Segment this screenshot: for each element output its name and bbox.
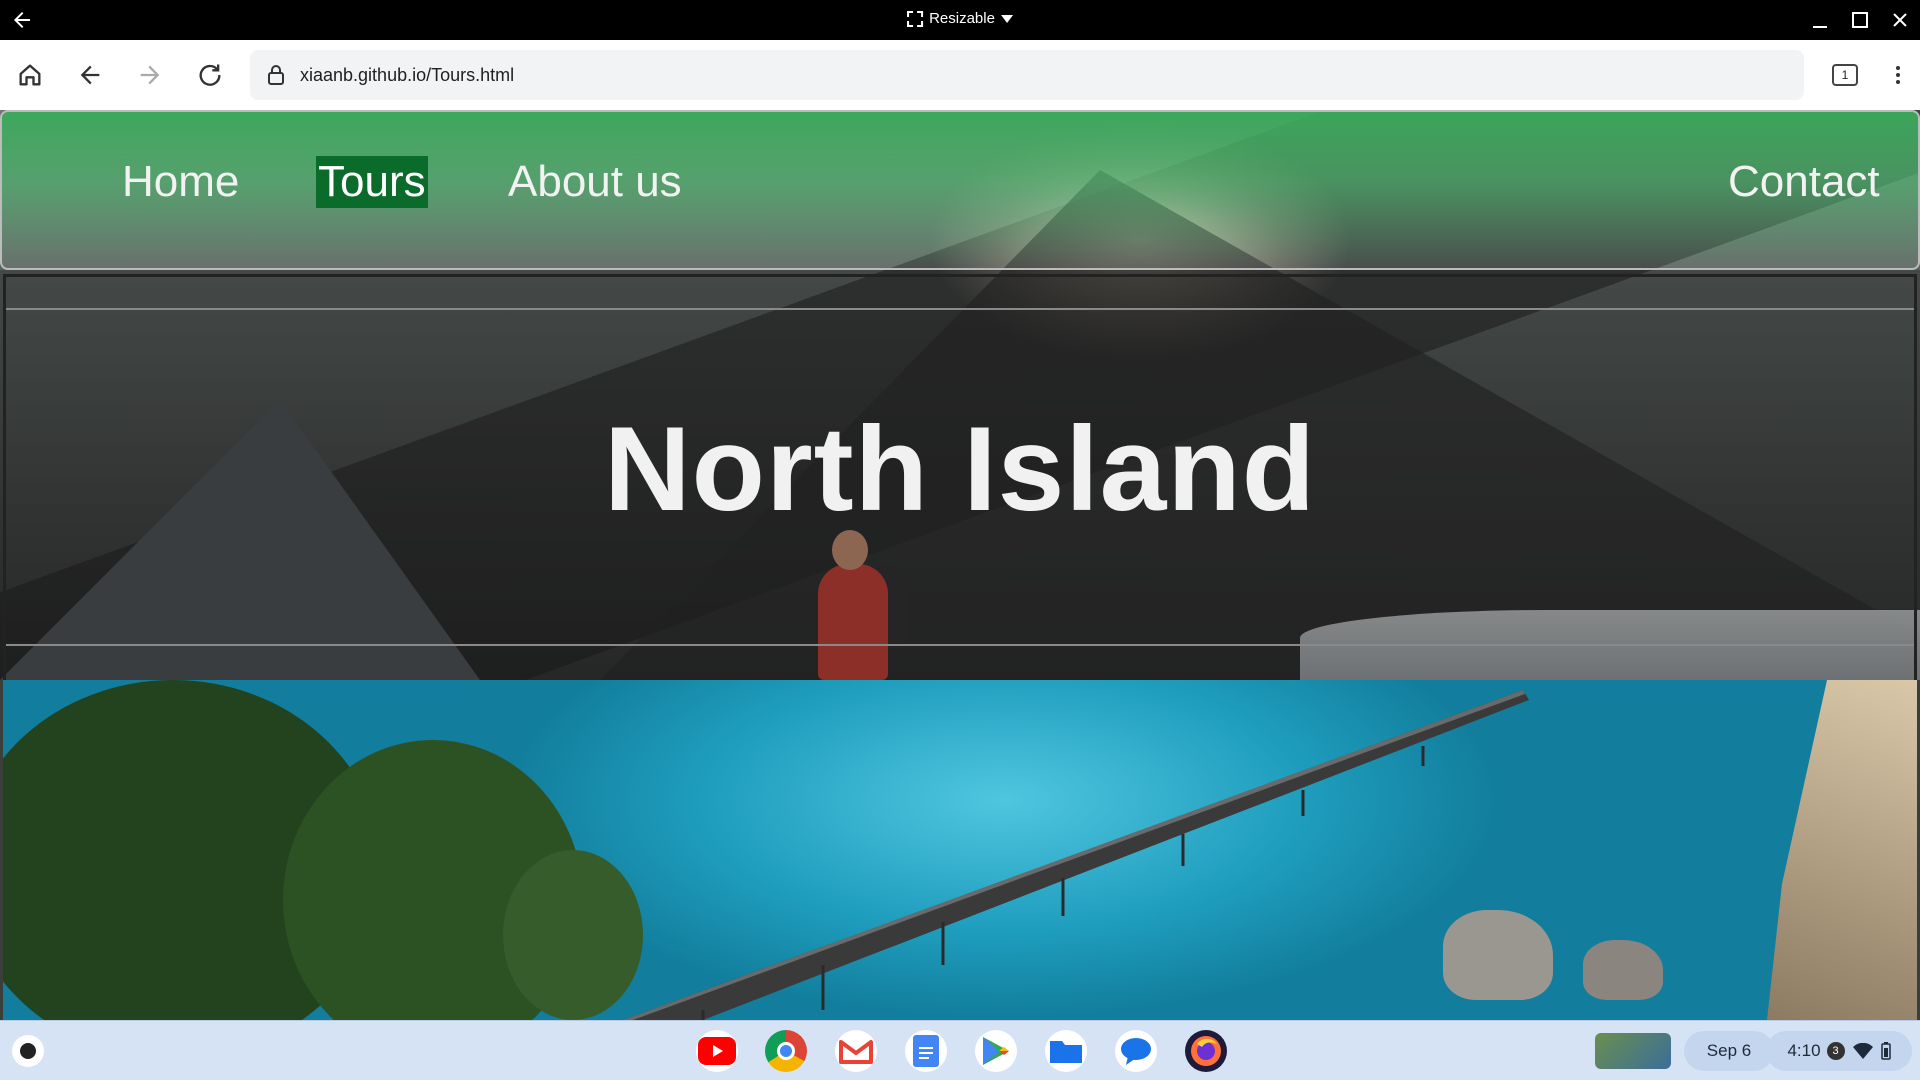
nav-tours[interactable]: Tours xyxy=(316,156,428,208)
chrome-app-icon[interactable] xyxy=(765,1030,807,1072)
forward-button[interactable] xyxy=(132,57,168,93)
battery-icon xyxy=(1880,1042,1891,1060)
nav-contact[interactable]: Contact xyxy=(1726,156,1882,208)
url-text: xiaanb.github.io/Tours.html xyxy=(300,64,515,85)
docs-app-icon[interactable] xyxy=(905,1030,947,1072)
arrow-left-icon[interactable] xyxy=(10,8,34,32)
launcher-button[interactable] xyxy=(12,1035,44,1067)
chevron-down-icon xyxy=(1000,14,1013,23)
more-menu-button[interactable] xyxy=(1880,57,1916,93)
page-heading: North Island xyxy=(603,402,1317,536)
tabs-button[interactable]: 1 xyxy=(1832,64,1858,86)
wifi-icon xyxy=(1852,1043,1873,1059)
more-icon xyxy=(1896,66,1900,84)
date-tray[interactable]: Sep 6 xyxy=(1684,1031,1774,1071)
reload-button[interactable] xyxy=(192,57,228,93)
status-tray[interactable]: 4:10 3 xyxy=(1766,1031,1912,1071)
time-text: 4:10 xyxy=(1787,1041,1821,1060)
date-text: Sep 6 xyxy=(1706,1041,1752,1060)
home-button[interactable] xyxy=(12,57,48,93)
reload-icon xyxy=(199,64,221,86)
divider xyxy=(6,308,1914,310)
youtube-app-icon[interactable] xyxy=(696,1030,738,1072)
rock-shape xyxy=(1443,910,1553,1000)
maximize-icon[interactable] xyxy=(1848,8,1872,32)
gmail-app-icon[interactable] xyxy=(835,1030,877,1072)
play-store-app-icon[interactable] xyxy=(975,1030,1017,1072)
divider xyxy=(6,644,1914,646)
back-button[interactable] xyxy=(72,57,108,93)
rock-shape xyxy=(1583,940,1663,1000)
back-icon xyxy=(80,65,100,85)
address-bar[interactable]: xiaanb.github.io/Tours.html xyxy=(250,50,1804,100)
notification-badge: 3 xyxy=(1826,1042,1845,1060)
site-nav: Home Tours About us Contact xyxy=(0,110,1920,270)
window-mode-selector[interactable]: Resizable xyxy=(907,10,1013,27)
launcher-icon xyxy=(20,1043,36,1059)
home-icon xyxy=(19,64,41,86)
nav-about-us[interactable]: About us xyxy=(506,156,684,208)
nav-home[interactable]: Home xyxy=(120,156,241,208)
close-icon[interactable] xyxy=(1888,8,1912,32)
resize-icon xyxy=(907,10,924,27)
browser-toolbar: xiaanb.github.io/Tours.html 1 xyxy=(0,40,1920,110)
wharf-image xyxy=(3,680,1917,1020)
tote-thumbnail[interactable] xyxy=(1592,1031,1674,1071)
window-title: Resizable xyxy=(929,10,995,27)
web-page: Home Tours About us Contact North Island xyxy=(0,110,1920,1020)
minimize-icon[interactable] xyxy=(1808,8,1832,32)
firefox-app-icon[interactable] xyxy=(1185,1030,1227,1072)
forward-icon xyxy=(140,65,160,85)
messages-app-icon[interactable] xyxy=(1115,1030,1157,1072)
window-titlebar: Resizable xyxy=(0,0,1920,40)
lock-icon xyxy=(268,65,284,85)
os-shelf: Sep 6 4:10 3 xyxy=(0,1020,1920,1080)
files-app-icon[interactable] xyxy=(1045,1030,1087,1072)
